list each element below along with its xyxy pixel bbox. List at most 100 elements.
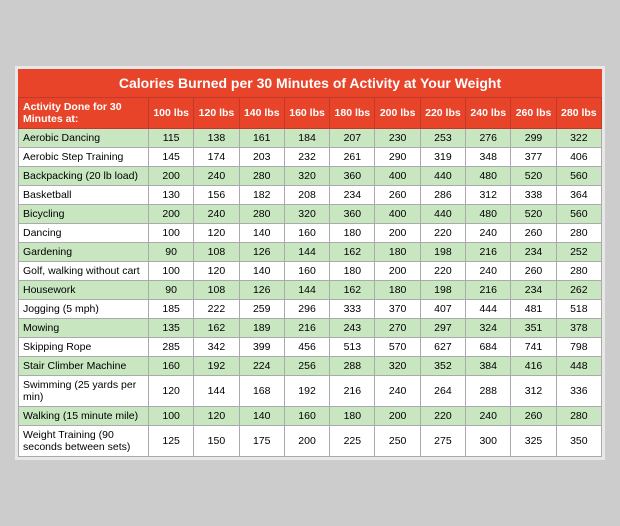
cell-10-8: 351 <box>511 319 556 338</box>
activity-name-2: Backpacking (20 lb load) <box>19 167 149 186</box>
cell-0-9: 322 <box>556 129 601 148</box>
cell-11-2: 399 <box>239 338 284 357</box>
cell-11-8: 741 <box>511 338 556 357</box>
cell-2-3: 320 <box>284 167 329 186</box>
cell-15-5: 250 <box>375 426 420 457</box>
cell-0-7: 276 <box>466 129 511 148</box>
cell-6-3: 144 <box>284 243 329 262</box>
activity-name-12: Stair Climber Machine <box>19 357 149 376</box>
cell-11-7: 684 <box>466 338 511 357</box>
table-row: Mowing135162189216243270297324351378 <box>19 319 602 338</box>
cell-14-3: 160 <box>284 407 329 426</box>
activity-name-7: Golf, walking without cart <box>19 262 149 281</box>
cell-15-6: 275 <box>420 426 465 457</box>
cell-8-3: 144 <box>284 281 329 300</box>
cell-10-9: 378 <box>556 319 601 338</box>
weight-col-header-8: 260 lbs <box>511 98 556 129</box>
cell-3-4: 234 <box>330 186 375 205</box>
activity-col-header: Activity Done for 30 Minutes at: <box>19 98 149 129</box>
cell-7-9: 280 <box>556 262 601 281</box>
cell-6-1: 108 <box>194 243 239 262</box>
cell-5-7: 240 <box>466 224 511 243</box>
cell-9-6: 407 <box>420 300 465 319</box>
cell-11-1: 342 <box>194 338 239 357</box>
cell-5-8: 260 <box>511 224 556 243</box>
cell-9-1: 222 <box>194 300 239 319</box>
table-header-row: Activity Done for 30 Minutes at: 100 lbs… <box>19 98 602 129</box>
cell-12-9: 448 <box>556 357 601 376</box>
cell-15-1: 150 <box>194 426 239 457</box>
cell-15-3: 200 <box>284 426 329 457</box>
cell-10-3: 216 <box>284 319 329 338</box>
activity-name-9: Jogging (5 mph) <box>19 300 149 319</box>
cell-12-2: 224 <box>239 357 284 376</box>
weight-col-header-6: 220 lbs <box>420 98 465 129</box>
cell-1-6: 319 <box>420 148 465 167</box>
activity-name-5: Dancing <box>19 224 149 243</box>
table-row: Housework90108126144162180198216234262 <box>19 281 602 300</box>
cell-5-1: 120 <box>194 224 239 243</box>
cell-0-1: 138 <box>194 129 239 148</box>
cell-1-7: 348 <box>466 148 511 167</box>
cell-13-9: 336 <box>556 376 601 407</box>
cell-9-2: 259 <box>239 300 284 319</box>
cell-14-2: 140 <box>239 407 284 426</box>
table-row: Basketball130156182208234260286312338364 <box>19 186 602 205</box>
cell-14-9: 280 <box>556 407 601 426</box>
weight-col-header-3: 160 lbs <box>284 98 329 129</box>
cell-10-4: 243 <box>330 319 375 338</box>
activity-name-11: Skipping Rope <box>19 338 149 357</box>
activity-name-4: Bicycling <box>19 205 149 224</box>
cell-8-7: 216 <box>466 281 511 300</box>
weight-col-header-0: 100 lbs <box>149 98 194 129</box>
cell-11-0: 285 <box>149 338 194 357</box>
weight-col-header-2: 140 lbs <box>239 98 284 129</box>
table-title: Calories Burned per 30 Minutes of Activi… <box>18 69 602 97</box>
cell-5-4: 180 <box>330 224 375 243</box>
activity-name-14: Walking (15 minute mile) <box>19 407 149 426</box>
cell-0-3: 184 <box>284 129 329 148</box>
cell-2-5: 400 <box>375 167 420 186</box>
cell-5-0: 100 <box>149 224 194 243</box>
cell-7-2: 140 <box>239 262 284 281</box>
cell-13-8: 312 <box>511 376 556 407</box>
activity-name-13: Swimming (25 yards per min) <box>19 376 149 407</box>
cell-13-1: 144 <box>194 376 239 407</box>
table-row: Aerobic Dancing1151381611842072302532762… <box>19 129 602 148</box>
cell-15-2: 175 <box>239 426 284 457</box>
cell-6-6: 198 <box>420 243 465 262</box>
cell-1-4: 261 <box>330 148 375 167</box>
cell-13-6: 264 <box>420 376 465 407</box>
cell-11-4: 513 <box>330 338 375 357</box>
activity-name-10: Mowing <box>19 319 149 338</box>
cell-3-6: 286 <box>420 186 465 205</box>
cell-2-0: 200 <box>149 167 194 186</box>
cell-10-0: 135 <box>149 319 194 338</box>
cell-14-0: 100 <box>149 407 194 426</box>
cell-4-9: 560 <box>556 205 601 224</box>
cell-4-4: 360 <box>330 205 375 224</box>
cell-12-8: 416 <box>511 357 556 376</box>
cell-8-1: 108 <box>194 281 239 300</box>
weight-col-header-5: 200 lbs <box>375 98 420 129</box>
cell-9-8: 481 <box>511 300 556 319</box>
cell-3-3: 208 <box>284 186 329 205</box>
cell-12-3: 256 <box>284 357 329 376</box>
cell-0-2: 161 <box>239 129 284 148</box>
cell-10-1: 162 <box>194 319 239 338</box>
cell-13-3: 192 <box>284 376 329 407</box>
cell-6-9: 252 <box>556 243 601 262</box>
cell-7-6: 220 <box>420 262 465 281</box>
cell-6-4: 162 <box>330 243 375 262</box>
table-row: Aerobic Step Training1451742032322612903… <box>19 148 602 167</box>
cell-4-6: 440 <box>420 205 465 224</box>
cell-12-7: 384 <box>466 357 511 376</box>
cell-13-7: 288 <box>466 376 511 407</box>
cell-1-3: 232 <box>284 148 329 167</box>
table-row: Weight Training (90 seconds between sets… <box>19 426 602 457</box>
cell-4-1: 240 <box>194 205 239 224</box>
cell-3-1: 156 <box>194 186 239 205</box>
cell-14-1: 120 <box>194 407 239 426</box>
cell-1-2: 203 <box>239 148 284 167</box>
cell-12-1: 192 <box>194 357 239 376</box>
